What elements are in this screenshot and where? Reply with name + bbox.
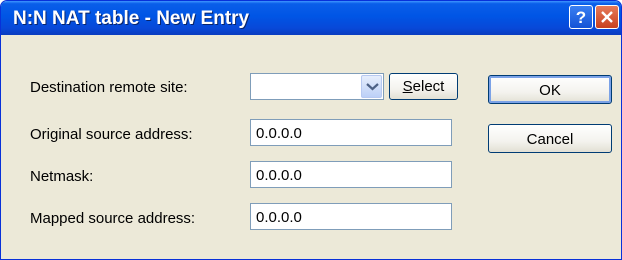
original-source-label: Original source address: xyxy=(30,126,193,143)
destination-label: Destination remote site: xyxy=(30,79,188,96)
original-source-input[interactable]: 0.0.0.0 xyxy=(250,119,452,146)
dialog-window: N:N NAT table - New Entry ? Destination … xyxy=(0,0,622,260)
cancel-button[interactable]: Cancel xyxy=(488,124,612,153)
help-button[interactable]: ? xyxy=(569,5,593,29)
select-accel: S xyxy=(402,78,413,95)
close-icon xyxy=(601,11,613,23)
close-button[interactable] xyxy=(595,5,619,29)
netmask-input[interactable]: 0.0.0.0 xyxy=(250,161,452,188)
window-title: N:N NAT table - New Entry xyxy=(13,8,250,29)
chevron-down-icon xyxy=(366,83,379,91)
select-button[interactable]: Select xyxy=(389,73,458,100)
netmask-label: Netmask: xyxy=(30,168,94,185)
destination-combobox[interactable] xyxy=(250,73,384,100)
title-bar[interactable]: N:N NAT table - New Entry ? xyxy=(1,1,621,35)
svg-text:?: ? xyxy=(576,8,586,27)
mapped-source-input[interactable]: 0.0.0.0 xyxy=(250,203,452,230)
help-icon: ? xyxy=(576,8,586,27)
mapped-source-label: Mapped source address: xyxy=(30,210,196,227)
ok-button[interactable]: OK xyxy=(488,75,612,104)
dialog-body: Destination remote site: Select Original… xyxy=(4,35,618,256)
dropdown-button[interactable] xyxy=(361,75,382,98)
select-label: elect xyxy=(412,78,445,95)
